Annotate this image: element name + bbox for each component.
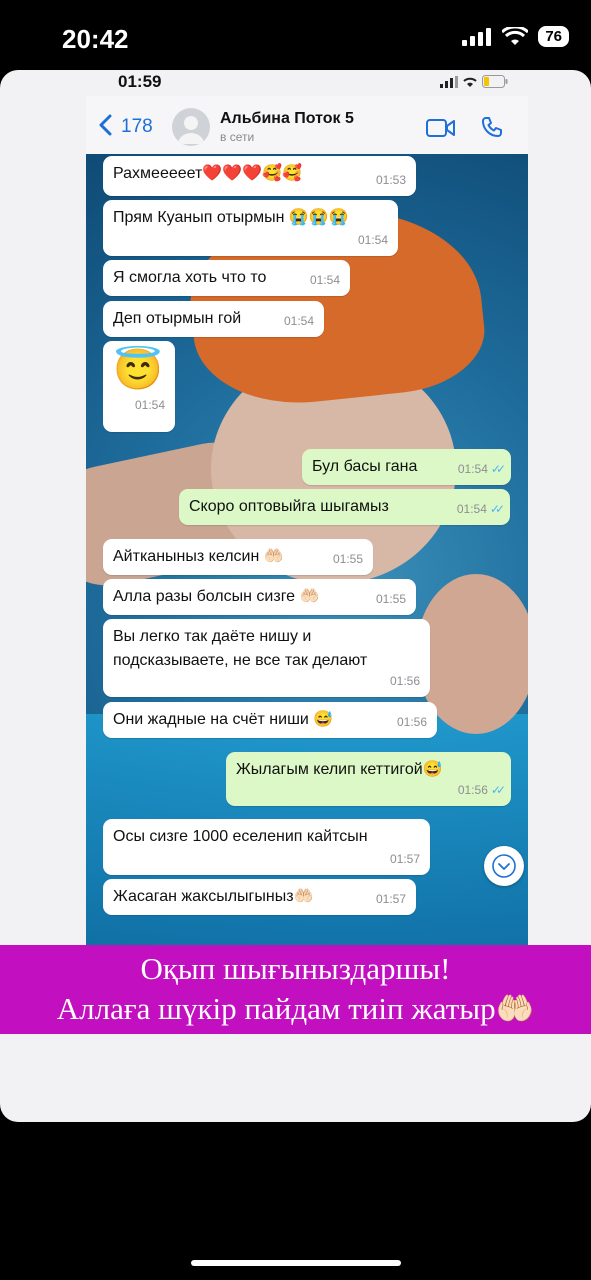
message-text: Жылагым келип кеттигой😅 xyxy=(236,761,443,778)
message-bubble[interactable]: Скоро оптовыйга шыгамыз 01:54 ✓✓ xyxy=(179,489,510,525)
scroll-down-button[interactable] xyxy=(484,846,524,886)
message-bubble[interactable]: Деп отырмын гой 01:54 xyxy=(103,301,324,337)
inner-status-bar: 01:59 xyxy=(86,70,528,94)
message-bubble[interactable]: Айтканыныз келсин 🤲🏻 01:55 xyxy=(103,539,373,575)
contact-status: в сети xyxy=(220,130,255,144)
phone-call-icon[interactable] xyxy=(481,116,503,138)
message-time: 01:54 xyxy=(283,314,314,328)
wifi-icon xyxy=(463,77,477,87)
battery-level: 76 xyxy=(538,26,569,47)
message-text: Они жадные на счёт ниши 😅 xyxy=(113,711,334,728)
caption-banner: Оқып шығыныздаршы! Аллаға шүкір пайдам т… xyxy=(0,945,591,1034)
back-unread-count[interactable]: 178 xyxy=(121,116,153,138)
outer-clock: 20:42 xyxy=(62,24,129,54)
message-time: 01:55 xyxy=(375,592,406,606)
back-chevron-icon[interactable] xyxy=(98,114,112,136)
message-text: Жасаган жаксылыгыныз🤲🏻 xyxy=(113,888,314,905)
message-time: 01:54 xyxy=(456,502,487,516)
message-meta: 01:54 ✓✓ xyxy=(457,457,506,481)
message-text: Деп отырмын гой xyxy=(113,310,242,327)
message-time: 01:54 xyxy=(309,273,340,287)
message-text: Вы легко так даёте нишу и подсказываете,… xyxy=(113,628,368,669)
banner-line-1: Оқып шығыныздаршы! xyxy=(140,951,451,986)
scroll-down-icon xyxy=(492,854,516,878)
message-time: 01:54 xyxy=(134,398,165,412)
message-text: Айтканыныз келсин 🤲🏻 xyxy=(113,548,284,565)
message-time: 01:54 xyxy=(457,462,488,476)
read-ticks-icon: ✓✓ xyxy=(489,502,505,516)
inner-clock: 01:59 xyxy=(118,72,162,91)
message-bubble[interactable]: 😇 01:54 xyxy=(103,341,175,432)
video-call-icon[interactable] xyxy=(426,118,456,138)
message-bubble[interactable]: Они жадные на счёт ниши 😅 01:56 xyxy=(103,702,437,738)
message-time: 01:56 xyxy=(396,715,427,729)
chat-header: 178 Альбина Поток 5 в сети xyxy=(86,96,528,154)
outer-status-icons: 76 xyxy=(462,26,569,47)
banner-line-2: Аллаға шүкір пайдам тиіп жатыр🤲🏻 xyxy=(56,991,535,1026)
battery-icon xyxy=(482,75,508,88)
message-bubble[interactable]: Жасаган жаксылыгыныз🤲🏻 01:57 xyxy=(103,879,416,915)
contact-name[interactable]: Альбина Поток 5 xyxy=(220,110,354,128)
story-card: 01:59 178 Альбина Поток 5 в сети Рахмеее… xyxy=(0,70,591,1122)
message-bubble[interactable]: Прям Куанып отырмын 😭😭😭 01:54 xyxy=(103,200,398,256)
chat-area[interactable]: Рахмееееет❤️❤️❤️🥰🥰 01:53 Прям Куанып оты… xyxy=(86,154,528,1000)
message-text: Я смогла хоть что то xyxy=(113,269,267,286)
message-time: 01:56 xyxy=(457,783,488,797)
message-bubble[interactable]: Рахмееееет❤️❤️❤️🥰🥰 01:53 xyxy=(103,156,416,196)
message-bubble[interactable]: Жылагым келип кеттигой😅 01:56 ✓✓ xyxy=(226,752,511,806)
message-time: 01:54 xyxy=(357,233,388,247)
signal-icon xyxy=(462,27,492,46)
wifi-icon xyxy=(502,26,529,45)
message-bubble[interactable]: Вы легко так даёте нишу и подсказываете,… xyxy=(103,619,430,697)
message-bubble[interactable]: Бул басы гана 01:54 ✓✓ xyxy=(302,449,511,485)
read-ticks-icon: ✓✓ xyxy=(490,783,506,797)
message-time: 01:56 xyxy=(389,674,420,688)
message-text: Бул басы гана xyxy=(312,458,418,475)
message-time: 01:53 xyxy=(375,173,406,187)
message-text: Алла разы болсын сизге 🤲🏻 xyxy=(113,588,320,605)
message-time: 01:55 xyxy=(332,552,363,566)
message-bubble[interactable]: Осы сизге 1000 еселенип кайтсын 01:57 xyxy=(103,819,430,875)
inner-status-icons xyxy=(440,75,508,88)
read-ticks-icon: ✓✓ xyxy=(490,462,506,476)
avatar-icon xyxy=(178,116,204,144)
message-text: Осы сизге 1000 еселенип кайтсын xyxy=(113,828,368,845)
message-bubble[interactable]: Я смогла хоть что то 01:54 xyxy=(103,260,350,296)
message-text: Рахмееееет❤️❤️❤️🥰🥰 xyxy=(113,165,302,182)
message-text: Прям Куанып отырмын 😭😭😭 xyxy=(113,209,349,226)
home-indicator[interactable] xyxy=(191,1260,401,1266)
message-time: 01:57 xyxy=(389,852,420,866)
message-bubble[interactable]: Алла разы болсын сизге 🤲🏻 01:55 xyxy=(103,579,416,615)
message-time: 01:57 xyxy=(375,892,406,906)
avatar[interactable] xyxy=(172,108,210,146)
message-meta: 01:54 ✓✓ xyxy=(456,497,505,521)
message-text: Скоро оптовыйга шыгамыз xyxy=(189,498,389,515)
outer-status-bar: 20:42 76 xyxy=(0,0,591,70)
message-meta: 01:56 ✓✓ xyxy=(457,778,506,802)
signal-icon xyxy=(440,75,458,88)
